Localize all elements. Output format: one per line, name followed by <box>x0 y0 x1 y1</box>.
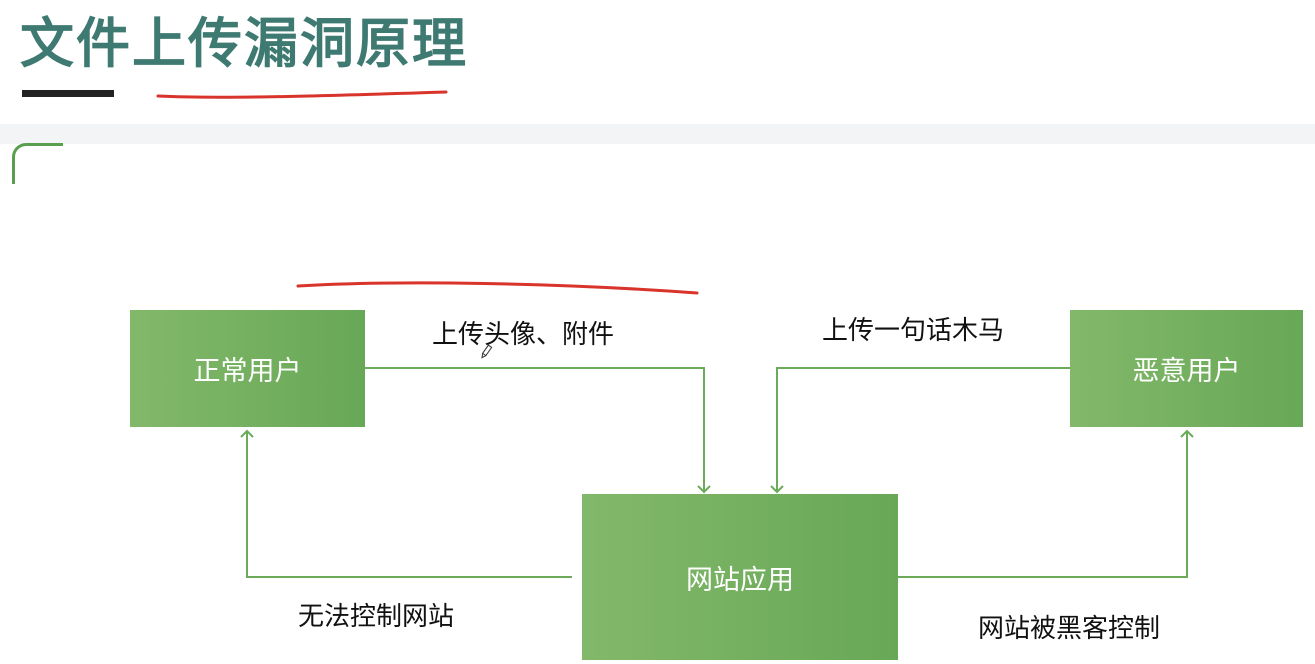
node-malicious-user: 恶意用户 <box>1070 310 1303 427</box>
label-normal-result: 无法控制网站 <box>298 602 455 632</box>
node-website: 网站应用 <box>582 494 898 660</box>
node-normal-user: 正常用户 <box>130 310 365 427</box>
arrow-malicious-upload <box>770 367 1070 494</box>
arrow-normal-upload <box>365 367 711 494</box>
red-annotation-underline-title <box>156 90 448 99</box>
arrow-malicious-result <box>898 429 1194 578</box>
arrow-normal-result <box>240 429 572 578</box>
label-malicious-upload: 上传一句话木马 <box>822 316 1005 346</box>
label-normal-upload: 上传头像、附件 <box>432 320 615 350</box>
label-malicious-result: 网站被黑客控制 <box>978 614 1161 644</box>
red-annotation-underline-diagram <box>296 281 699 295</box>
